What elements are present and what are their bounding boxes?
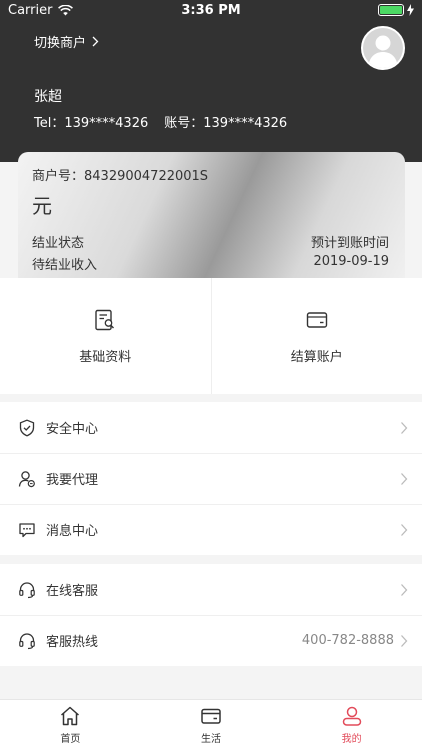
battery-icon	[378, 4, 404, 16]
chevron-right-icon	[401, 583, 408, 596]
menu-item-security[interactable]: 安全中心	[0, 402, 422, 453]
tab-home-label: 首页	[60, 734, 81, 745]
message-icon	[18, 521, 36, 539]
tab-mine-label: 我的	[341, 734, 362, 745]
user-icon	[342, 706, 361, 726]
menu-label-online-service: 在线客服	[46, 584, 99, 599]
quick-entries: 基础资料 结算账户	[0, 278, 422, 394]
settled-status-label: 结业状态	[32, 236, 85, 251]
balance-amount: 元	[32, 194, 52, 218]
wallet-icon	[201, 708, 221, 724]
menu-item-online-service[interactable]: 在线客服	[0, 564, 422, 615]
settlement-account-label: 结算账户	[290, 349, 343, 365]
profile-header: Carrier 3:36 PM 切换商户 张超 Tel：139****4326 …	[0, 0, 422, 162]
chevron-right-icon	[92, 36, 99, 47]
tab-life-label: 生活	[201, 734, 221, 745]
basic-info-button[interactable]: 基础资料	[0, 278, 211, 394]
menu-label-messages: 消息中心	[46, 524, 99, 539]
menu-group-1: 安全中心 我要代理 消息中心	[0, 402, 422, 555]
menu-item-hotline[interactable]: 客服热线 400-782-8888	[0, 615, 422, 666]
chevron-right-icon	[401, 634, 408, 647]
chevron-right-icon	[401, 523, 408, 536]
shield-icon	[18, 418, 36, 437]
user-name: 张超	[34, 89, 62, 105]
expected-time-label: 预计到账时间	[310, 236, 389, 251]
switch-merchant-button[interactable]: 切换商户	[34, 32, 99, 51]
agent-icon	[18, 470, 36, 488]
status-bar: Carrier 3:36 PM	[0, 0, 422, 22]
menu-label-security: 安全中心	[46, 422, 99, 437]
profile-doc-icon	[95, 309, 115, 330]
chevron-right-icon	[401, 421, 408, 434]
tab-bar: 首页 生活 我的	[0, 699, 422, 750]
pending-income-label: 待结业收入	[32, 258, 98, 273]
headset-icon	[18, 581, 36, 599]
tab-life[interactable]: 生活	[141, 700, 282, 750]
card-income-row: 待结业收入 2019-09-19	[32, 254, 389, 273]
menu-item-messages[interactable]: 消息中心	[0, 504, 422, 555]
user-contact-info: Tel：139****4326 账号：139****4326	[34, 112, 287, 131]
tab-mine[interactable]: 我的	[281, 700, 422, 750]
home-icon	[61, 706, 80, 726]
hotline-number[interactable]: 400-782-8888	[302, 633, 394, 648]
menu-label-agent: 我要代理	[46, 473, 99, 488]
status-time: 3:36 PM	[181, 3, 241, 18]
card-status-row: 结业状态 预计到账时间	[32, 232, 389, 251]
merchant-card[interactable]: 商户号：84329004722001S 元 结业状态 预计到账时间 待结业收入 …	[18, 152, 405, 278]
charging-icon	[407, 4, 414, 16]
chevron-right-icon	[401, 472, 408, 485]
menu-group-2: 在线客服 客服热线 400-782-8888	[0, 564, 422, 666]
switch-merchant-label: 切换商户	[34, 36, 87, 51]
expected-date: 2019-09-19	[313, 254, 389, 269]
card-wallet-icon	[306, 311, 327, 328]
settlement-account-button[interactable]: 结算账户	[210, 278, 422, 394]
user-tel: Tel：139****4326	[34, 116, 149, 131]
menu-item-agent[interactable]: 我要代理	[0, 453, 422, 504]
tab-home[interactable]: 首页	[0, 700, 141, 750]
headset-icon	[18, 632, 36, 650]
user-account: 账号：139****4326	[164, 116, 288, 131]
status-right	[378, 4, 414, 16]
merchant-number: 商户号：84329004722001S	[32, 169, 209, 184]
menu-label-hotline: 客服热线	[46, 635, 99, 650]
default-avatar-icon	[363, 28, 403, 68]
basic-info-label: 基础资料	[79, 349, 132, 365]
avatar[interactable]	[361, 26, 405, 70]
